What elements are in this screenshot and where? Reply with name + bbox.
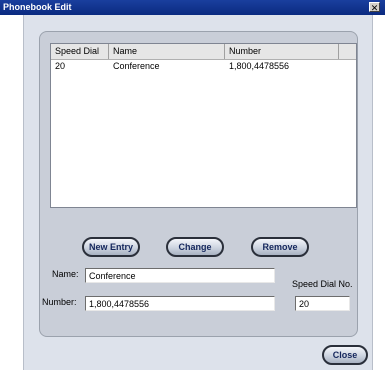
remove-button[interactable]: Remove (251, 237, 309, 257)
name-label: Name: (52, 269, 79, 279)
window-title: Phonebook Edit (3, 2, 72, 12)
speed-dial-cell: 20 (55, 61, 66, 71)
number-field[interactable] (85, 296, 275, 311)
content-area: Speed Dial Name Number 20 Conference 1,8… (39, 31, 358, 337)
name-cell: Conference (113, 61, 160, 71)
column-header-speed-dial[interactable]: Speed Dial (51, 44, 109, 59)
phonebook-list[interactable]: Speed Dial Name Number 20 Conference 1,8… (50, 43, 357, 208)
phonebook-edit-window: Phonebook Edit ✕ Speed Dial Name Number … (0, 0, 385, 373)
close-button[interactable]: Close (322, 345, 368, 365)
column-header-name[interactable]: Name (109, 44, 225, 59)
column-header-number[interactable]: Number (225, 44, 339, 59)
title-bar: Phonebook Edit ✕ (0, 0, 385, 15)
close-icon[interactable]: ✕ (369, 2, 380, 13)
speed-dial-label: Speed Dial No. (292, 279, 353, 289)
dialog-panel: Speed Dial Name Number 20 Conference 1,8… (23, 15, 373, 370)
list-header: Speed Dial Name Number (51, 44, 356, 60)
number-cell: 1,800,4478556 (229, 61, 290, 71)
table-row[interactable]: 20 Conference 1,800,4478556 (51, 60, 356, 72)
name-field[interactable] (85, 268, 275, 283)
number-label: Number: (42, 297, 77, 307)
new-entry-button[interactable]: New Entry (82, 237, 140, 257)
change-button[interactable]: Change (166, 237, 224, 257)
column-header-filler (339, 44, 356, 59)
speed-dial-field[interactable] (295, 296, 350, 311)
